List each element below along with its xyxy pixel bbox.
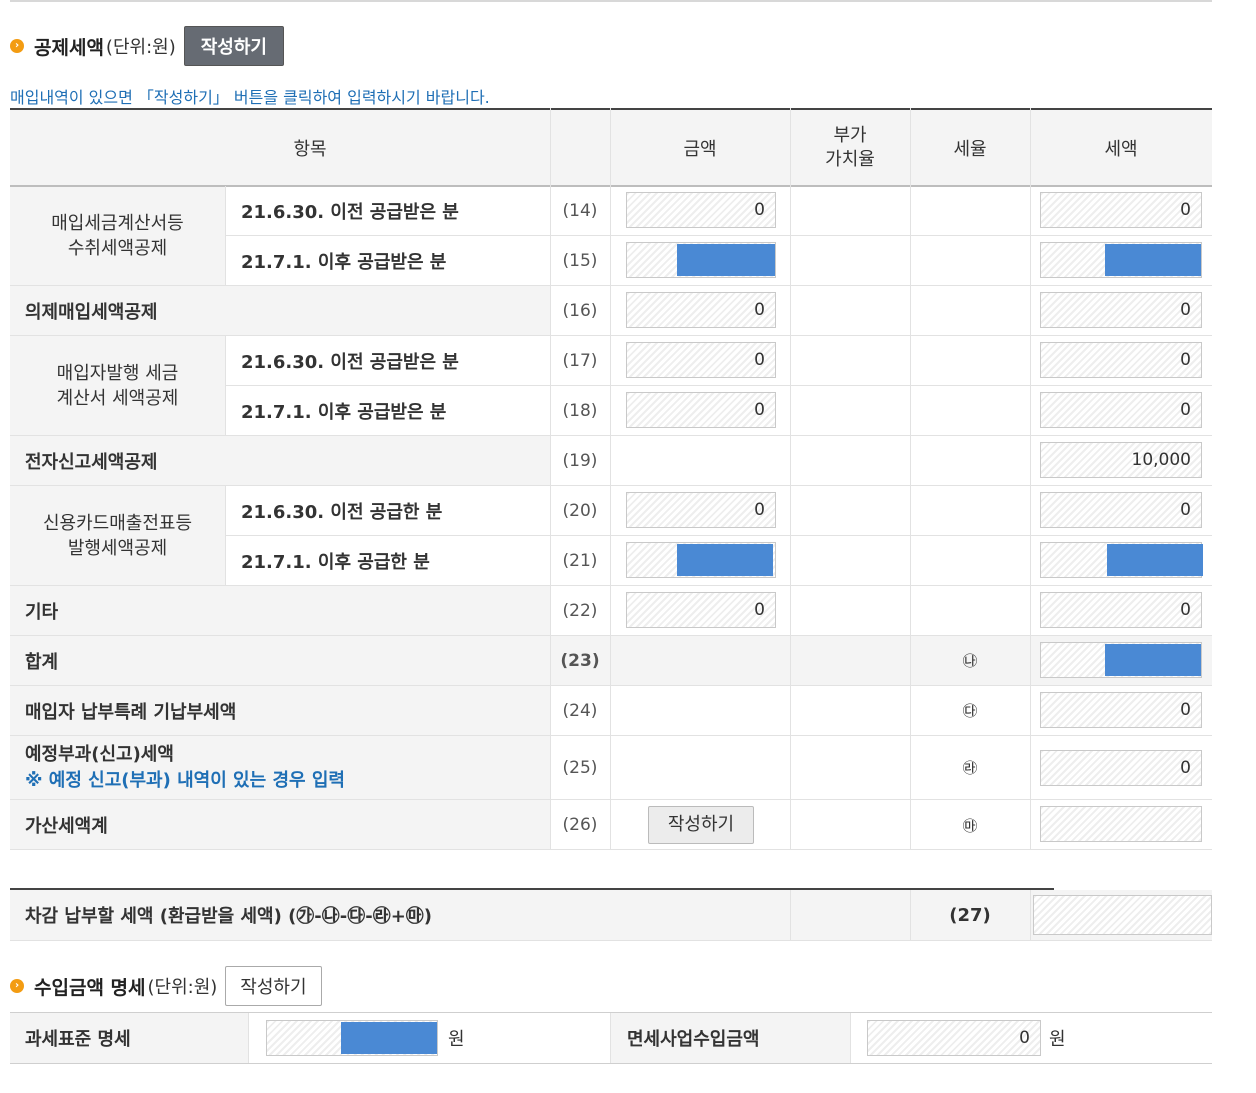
row-label-24: 매입자 납부특례 기납부세액 [25,701,237,723]
row-num: (20) [562,500,598,521]
tax-fill-15 [1105,244,1201,276]
tax-input-16[interactable]: 0 [1040,292,1202,328]
deduction-table: 항목 금액 부가 가치율 세율 세액 매입세금계산서등 수취세액공제 매입자발행… [10,108,1212,850]
amount-input-17[interactable]: 0 [626,342,776,378]
tax-fill-23 [1105,644,1201,676]
income-section-header: › 수입금액 명세 (단위:원) 작성하기 [10,966,322,1006]
rate-mark-26: ㉲ [962,816,978,835]
amount-fill-15 [677,244,775,276]
row-label-20: 21.6.30. 이전 공급한 분 [241,501,443,523]
income-table: 과세표준 명세 원 면세사업수입금액 0 원 [10,1012,1212,1064]
row-num: (25) [562,757,598,778]
tax-input-20[interactable]: 0 [1040,492,1202,528]
tax-base-input[interactable] [266,1020,438,1056]
deduction-notice: 매입내역이 있으면 「작성하기」 버튼을 클릭하여 입력하시기 바랍니다. [10,88,490,107]
row-label-25-wrap: 예정부과(신고)세액 ※ 예정 신고(부과) 내역이 있는 경우 입력 [25,736,345,799]
income-section-unit: (단위:원) [147,977,218,998]
amount-input-18[interactable]: 0 [626,392,776,428]
tax-base-label: 과세표준 명세 [25,1029,131,1050]
vat-return-page: › 공제세액 (단위:원) 작성하기 매입내역이 있으면 「작성하기」 버튼을 … [0,0,1256,1093]
header-tax-rate: 세율 [953,138,987,160]
row-num: (26) [562,815,598,835]
deduction-write-button[interactable]: 작성하기 [183,26,284,66]
rate-mark-24: ㉰ [962,702,978,720]
final-tax-input[interactable] [1033,895,1212,935]
tax-input-15[interactable] [1040,242,1202,278]
chevron-right-icon: › [10,39,24,53]
row-num: (16) [562,300,598,321]
row-sublabel-25: ※ 예정 신고(부과) 내역이 있는 경우 입력 [25,769,345,791]
chevron-right-icon: › [10,979,24,993]
rate-mark-23: ㉯ [962,652,978,670]
row-num: (15) [562,250,598,271]
row-label-25: 예정부과(신고)세액 [25,743,174,765]
row-num: (14) [562,200,598,221]
tax-fill-21 [1107,544,1203,576]
exempt-income-input[interactable]: 0 [867,1020,1041,1056]
header-item: 항목 [293,138,327,160]
row-num: (23) [560,650,600,671]
amount-fill-21 [677,544,773,576]
deduction-section-unit: (단위:원) [105,37,176,58]
amount-input-16[interactable]: 0 [626,292,776,328]
group-label-buyer-invoice: 매입자발행 세금 계산서 세액공제 [56,362,179,409]
surcharge-write-button[interactable]: 작성하기 [648,806,754,844]
row-label-17: 21.6.30. 이전 공급받은 분 [241,351,459,373]
row-label-18: 21.7.1. 이후 공급받은 분 [241,401,447,423]
final-label: 차감 납부할 세액 (환급받을 세액) (㉮-㉯-㉰-㉱+㉲) [25,906,433,927]
final-num: (27) [949,904,991,926]
row-num: (24) [562,700,598,721]
header-amount: 금액 [683,138,717,160]
row-label-14: 21.6.30. 이전 공급받은 분 [241,201,459,223]
tax-input-18[interactable]: 0 [1040,392,1202,428]
row-label-22: 기타 [25,601,59,623]
header-vat-rate: 부가 가치율 [825,124,875,170]
header-tax: 세액 [1104,138,1138,160]
tax-input-17[interactable]: 0 [1040,342,1202,378]
group-label-credit-card: 신용카드매출전표등 발행세액공제 [42,512,193,559]
tax-input-22[interactable]: 0 [1040,592,1202,628]
row-label-26: 가산세액계 [25,816,108,837]
tax-input-23[interactable] [1040,642,1202,678]
tax-input-14[interactable]: 0 [1040,192,1202,228]
tax-base-fill [341,1022,437,1054]
deduction-section-header: › 공제세액 (단위:원) 작성하기 [10,26,284,66]
row-num: (21) [562,550,598,571]
amount-input-20[interactable]: 0 [626,492,776,528]
row-num: (18) [562,400,598,421]
row-label-16: 의제매입세액공제 [25,301,158,323]
row-label-19: 전자신고세액공제 [25,451,158,473]
amount-input-21[interactable] [626,542,776,578]
top-divider [10,0,1212,2]
exempt-income-label: 면세사업수입금액 [627,1029,760,1050]
amount-input-14[interactable]: 0 [626,192,776,228]
group-label-purchase-invoice: 매입세금계산서등 수취세액공제 [51,212,184,259]
rate-mark-25: ㉱ [962,759,978,777]
deduction-section-title: 공제세액 [34,36,104,59]
won-unit-1: 원 [448,1029,465,1050]
tax-input-26[interactable] [1040,806,1202,842]
row-label-15: 21.7.1. 이후 공급받은 분 [241,251,447,273]
amount-input-15[interactable] [626,242,776,278]
tax-input-21[interactable] [1040,542,1203,578]
tax-input-25[interactable]: 0 [1040,750,1202,786]
row-label-23: 합계 [25,651,59,673]
income-write-button[interactable]: 작성하기 [225,966,322,1006]
row-num: (22) [562,600,598,621]
row-label-21: 21.7.1. 이후 공급한 분 [241,551,430,573]
won-unit-2: 원 [1049,1029,1066,1050]
row-num: (19) [562,450,598,471]
row-num: (17) [562,350,598,371]
amount-input-22[interactable]: 0 [626,592,776,628]
final-row: 차감 납부할 세액 (환급받을 세액) (㉮-㉯-㉰-㉱+㉲) (27) [10,890,1212,941]
tax-input-19[interactable]: 10,000 [1040,442,1202,478]
income-section-title: 수입금액 명세 [34,976,146,999]
tax-input-24[interactable]: 0 [1040,692,1202,728]
